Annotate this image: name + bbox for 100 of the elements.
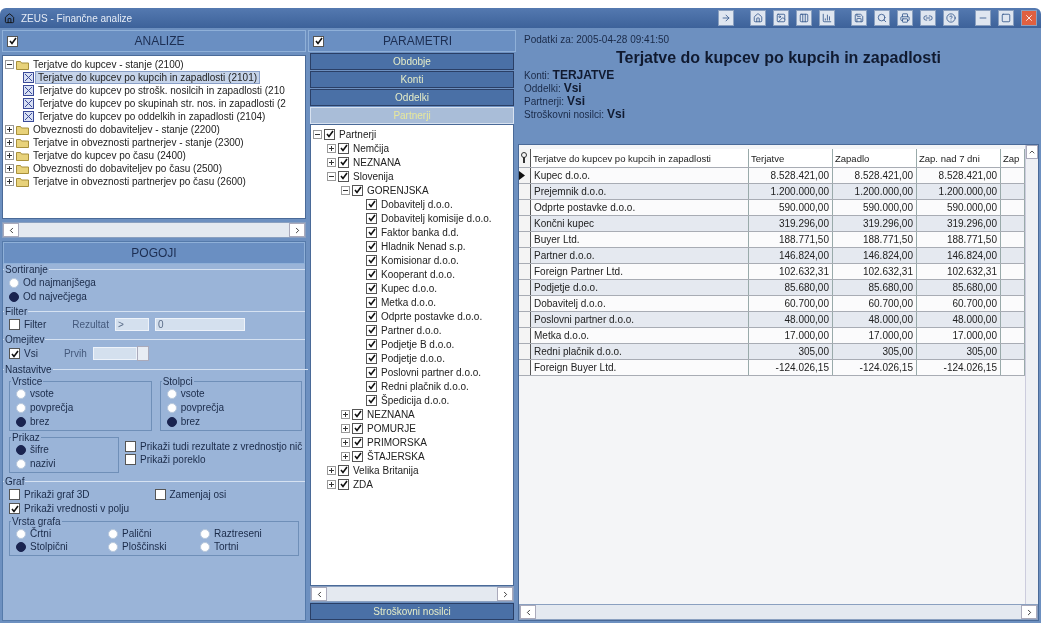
tree-item-label[interactable]: PRIMORSKA bbox=[365, 436, 429, 448]
chart-checkbox[interactable]: Prikaži vrednosti v polju bbox=[9, 502, 154, 515]
tree-item-label[interactable]: Faktor banka d.d. bbox=[379, 226, 461, 238]
tree-item-label[interactable]: Terjatve do kupcev po oddelkih in zapadlosti (2104) bbox=[36, 111, 268, 122]
tree-item-label[interactable]: Podjetje B d.o.o. bbox=[379, 338, 457, 350]
tree-item-label[interactable]: Terjatve in obveznosti partnerjev - stanje (2300) bbox=[31, 137, 246, 148]
chart-checkbox[interactable]: Zamenjaj osi bbox=[154, 488, 299, 501]
column-header[interactable]: Zap. nad 7 dni bbox=[917, 149, 1001, 167]
radio-button[interactable]: vsote bbox=[166, 387, 296, 400]
row-indicator[interactable] bbox=[519, 200, 531, 215]
panel-checkbox[interactable] bbox=[313, 35, 324, 47]
tree-item-label[interactable]: Partnerji bbox=[337, 128, 379, 140]
tree-item-label[interactable]: GORENJSKA bbox=[365, 184, 431, 196]
tree-checkbox[interactable] bbox=[366, 240, 377, 252]
radio-button[interactable]: Od največjega bbox=[9, 290, 299, 303]
parameter-tab[interactable]: Konti bbox=[310, 71, 514, 88]
tree-item-label[interactable]: Dobavitelj d.o.o. bbox=[379, 198, 455, 210]
tree-item-label[interactable]: Velika Britanija bbox=[351, 464, 421, 476]
tree-item-label[interactable]: POMURJE bbox=[365, 422, 418, 434]
expand-icon[interactable] bbox=[341, 409, 350, 419]
help-icon[interactable] bbox=[943, 10, 959, 26]
tree-item-label[interactable]: Komisionar d.o.o. bbox=[379, 254, 461, 266]
tree-checkbox[interactable] bbox=[366, 352, 377, 364]
expand-icon[interactable] bbox=[5, 177, 14, 186]
row-indicator[interactable] bbox=[519, 216, 531, 231]
tree-item-label[interactable]: NEZNANA bbox=[365, 408, 417, 420]
collapse-icon[interactable] bbox=[327, 171, 336, 181]
tree-checkbox[interactable] bbox=[366, 268, 377, 280]
tree-checkbox[interactable] bbox=[366, 380, 377, 392]
bar-chart-icon[interactable] bbox=[819, 10, 835, 26]
tree-item-label[interactable]: Obveznosti do dobaviteljev po času (2500) bbox=[31, 163, 224, 174]
collapse-icon[interactable] bbox=[341, 185, 350, 195]
column-header[interactable]: Terjatve bbox=[749, 149, 833, 167]
tree-checkbox[interactable] bbox=[366, 212, 377, 224]
row-indicator[interactable] bbox=[519, 296, 531, 311]
expand-icon[interactable] bbox=[341, 437, 350, 447]
expand-icon[interactable] bbox=[327, 143, 336, 153]
count-field[interactable] bbox=[92, 347, 137, 360]
tree-checkbox[interactable] bbox=[366, 198, 377, 210]
tree-item-label[interactable]: Špedicija d.o.o. bbox=[379, 394, 452, 406]
expand-icon[interactable] bbox=[5, 164, 14, 173]
tree-item-label[interactable]: ŠTAJERSKA bbox=[365, 450, 427, 462]
tree-item-label[interactable]: Terjatve do kupcev po kupcih in zapadlosti (2101) bbox=[36, 72, 260, 83]
tree-item-label[interactable]: Obveznosti do dobaviteljev - stanje (2200) bbox=[31, 124, 222, 135]
tree-checkbox[interactable] bbox=[352, 184, 363, 196]
parameter-tab[interactable]: Obdobje bbox=[310, 53, 514, 70]
tree-item-label[interactable]: Terjatve do kupcev po skupinah str. nos. in zapadlosti (2 bbox=[36, 98, 288, 109]
tree-item-label[interactable]: Kupec d.o.o. bbox=[379, 282, 440, 294]
radio-button[interactable]: šifre bbox=[16, 443, 112, 456]
parameter-tab[interactable]: Stroškovni nosilci bbox=[310, 603, 514, 620]
maximize-icon[interactable] bbox=[998, 10, 1014, 26]
column-header[interactable]: Zap bbox=[1001, 149, 1025, 167]
horizontal-scrollbar[interactable] bbox=[2, 222, 306, 238]
tree-checkbox[interactable] bbox=[366, 310, 377, 322]
expand-icon[interactable] bbox=[5, 138, 14, 147]
tree-item-label[interactable]: Dobavitelj komisije d.o.o. bbox=[379, 212, 494, 224]
tree-item-label[interactable]: Hladnik Nenad s.p. bbox=[379, 240, 468, 252]
tree-checkbox[interactable] bbox=[324, 128, 335, 140]
expand-icon[interactable] bbox=[341, 423, 350, 433]
tree-item-label[interactable]: Podjetje d.o.o. bbox=[379, 352, 447, 364]
search-icon[interactable] bbox=[874, 10, 890, 26]
radio-button[interactable]: Tortni bbox=[200, 540, 292, 553]
tree-checkbox[interactable] bbox=[338, 464, 349, 476]
tree-checkbox[interactable] bbox=[366, 394, 377, 406]
tree-item-label[interactable]: Kooperant d.o.o. bbox=[379, 268, 457, 280]
row-indicator[interactable] bbox=[519, 344, 531, 359]
radio-button[interactable]: povprečja bbox=[16, 401, 145, 414]
tree-item-label[interactable]: Odprte postavke d.o.o. bbox=[379, 310, 485, 322]
tree-checkbox[interactable] bbox=[352, 408, 363, 420]
column-header[interactable]: Terjatve do kupcev po kupcih in zapadlosti bbox=[531, 149, 749, 167]
radio-button[interactable]: Črtni bbox=[16, 527, 108, 540]
radio-button[interactable]: brez bbox=[16, 415, 145, 428]
row-indicator[interactable] bbox=[519, 360, 531, 375]
expand-icon[interactable] bbox=[327, 157, 336, 167]
tree-item-label[interactable]: Terjatve in obveznosti partnerjev po času (2600) bbox=[31, 176, 248, 187]
scroll-up-icon[interactable] bbox=[1028, 148, 1036, 156]
radio-button[interactable]: Od najmanjšega bbox=[9, 276, 299, 289]
tree-checkbox[interactable] bbox=[366, 338, 377, 350]
tree-checkbox[interactable] bbox=[366, 282, 377, 294]
tree-checkbox[interactable] bbox=[366, 296, 377, 308]
column-header[interactable]: Zapadlo bbox=[833, 149, 917, 167]
expand-icon[interactable] bbox=[327, 479, 336, 489]
chart-checkbox[interactable]: Prikaži graf 3D bbox=[9, 488, 154, 501]
tree-item-label[interactable]: Terjatve do kupcev po času (2400) bbox=[31, 150, 188, 161]
horizontal-scrollbar[interactable] bbox=[310, 586, 514, 602]
collapse-icon[interactable] bbox=[5, 60, 14, 69]
close-icon[interactable] bbox=[1021, 10, 1037, 26]
tree-item-label[interactable]: Terjatve do kupcev - stanje (2100) bbox=[31, 59, 186, 70]
tree-item-label[interactable]: NEZNANA bbox=[351, 156, 403, 168]
tree-item-label[interactable]: Nemčija bbox=[351, 142, 392, 154]
radio-button[interactable]: Raztreseni bbox=[200, 527, 292, 540]
home-icon[interactable] bbox=[750, 10, 766, 26]
image-icon[interactable] bbox=[773, 10, 789, 26]
panel-checkbox[interactable] bbox=[7, 35, 18, 47]
tree-checkbox[interactable] bbox=[338, 142, 349, 154]
row-indicator[interactable] bbox=[519, 264, 531, 279]
row-indicator[interactable] bbox=[519, 280, 531, 295]
printer-icon[interactable] bbox=[897, 10, 913, 26]
radio-button[interactable]: nazivi bbox=[16, 457, 112, 470]
expand-icon[interactable] bbox=[5, 125, 14, 134]
